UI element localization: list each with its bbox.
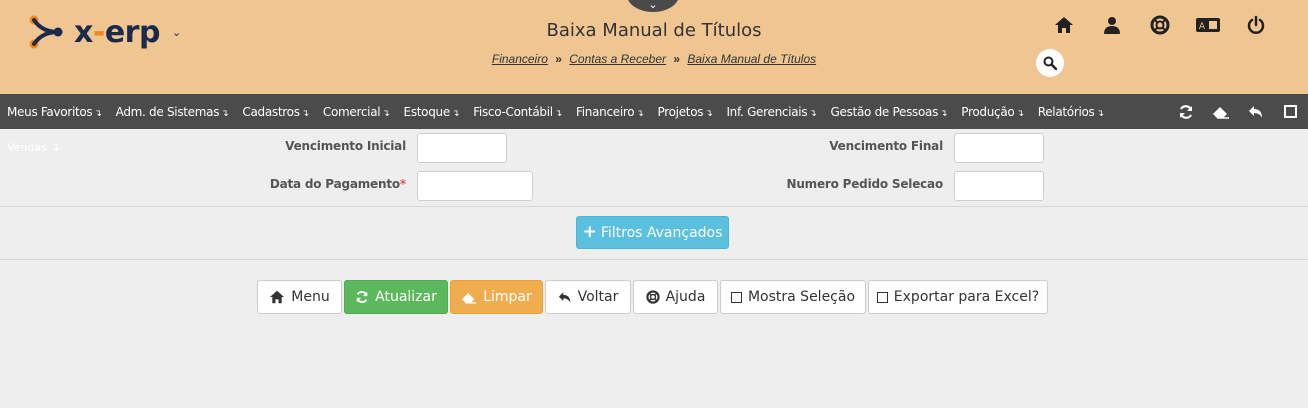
- nav-item-label: Relatórios: [1037, 104, 1095, 119]
- nav-item-label: Comercial: [322, 104, 381, 119]
- nav-item-adm-de-sistemas[interactable]: Adm. de Sistemas ↴: [109, 105, 236, 119]
- limpar-button[interactable]: Limpar: [450, 280, 543, 314]
- breadcrumb: Financeiro » Contas a Receber » Baixa Ma…: [0, 52, 1308, 66]
- nav-item-label: Adm. de Sistemas: [115, 104, 220, 119]
- search-button[interactable]: [1036, 49, 1064, 77]
- nav-item-label: Inf. Gerenciais: [726, 104, 808, 119]
- nav-item-projetos[interactable]: Projetos ↴: [651, 105, 720, 119]
- caret-icon: ↴: [382, 108, 390, 119]
- eraser-icon: [462, 292, 477, 303]
- breadcrumb-financeiro[interactable]: Financeiro: [492, 52, 548, 66]
- caret-icon: ↴: [705, 108, 713, 119]
- nav-item-vendas[interactable]: Vendas ↴: [7, 141, 60, 154]
- checkbox-icon: [730, 291, 742, 303]
- caret-icon: ↴: [301, 108, 310, 119]
- nav-item-label: Cadastros: [242, 104, 300, 119]
- search-icon: [1043, 56, 1057, 70]
- menu-button[interactable]: Menu: [257, 280, 342, 314]
- undo-icon: [558, 291, 570, 303]
- nav-item-fisco-contabil[interactable]: Fisco-Contábil ↴: [466, 105, 569, 119]
- atualizar-button-label: Atualizar: [375, 289, 437, 305]
- nav-item-relatorios[interactable]: Relatórios ↴: [1031, 105, 1111, 119]
- collapse-header-button[interactable]: ⌄: [627, 0, 679, 12]
- home-icon: [270, 290, 285, 304]
- nav-item-label: Fisco-Contábil: [473, 104, 553, 119]
- data-pagamento-label: Data do Pagamento*: [269, 177, 406, 191]
- translate-icon[interactable]: A: [1184, 13, 1232, 37]
- caret-icon: ↴: [94, 108, 102, 119]
- plus-icon: +: [582, 222, 597, 242]
- caret-icon: ↴: [451, 108, 460, 119]
- voltar-button[interactable]: Voltar: [545, 280, 631, 314]
- advanced-filters-label: Filtros Avançados: [600, 224, 723, 241]
- caret-icon: ↴: [1016, 108, 1024, 119]
- exportar-excel-label: Exportar para Excel?: [893, 289, 1040, 305]
- mostra-selecao-label: Mostra Seleção: [747, 289, 856, 305]
- caret-icon: ↴: [809, 108, 817, 119]
- nav-item-financeiro[interactable]: Financeiro ↴: [569, 105, 651, 119]
- lifebuoy-icon: [645, 290, 660, 304]
- nav-item-estoque[interactable]: Estoque ↴: [397, 105, 467, 119]
- caret-icon: ↴: [940, 108, 948, 119]
- atualizar-button[interactable]: Atualizar: [344, 280, 448, 314]
- nav-item-label: Gestão de Pessoas: [830, 104, 939, 119]
- nav-item-meus-favoritos[interactable]: Meus Favoritos ↴: [0, 105, 109, 119]
- required-marker: *: [399, 177, 406, 191]
- vencimento-inicial-label: Vencimento Inicial: [285, 139, 406, 153]
- undo-icon[interactable]: [1238, 94, 1273, 129]
- nav-actions: [1168, 94, 1308, 129]
- ajuda-button[interactable]: Ajuda: [633, 280, 718, 314]
- ajuda-button-label: Ajuda: [665, 289, 706, 305]
- refresh-icon: [356, 290, 368, 304]
- checkbox-icon: [876, 291, 888, 303]
- nav-item-inf-gerenciais[interactable]: Inf. Gerenciais ↴: [719, 105, 823, 119]
- breadcrumb-separator: »: [673, 52, 681, 66]
- nav-item-label: Produção: [961, 104, 1015, 119]
- caret-icon: ↴: [221, 108, 229, 119]
- breadcrumb-separator: »: [555, 52, 562, 66]
- action-buttons: Menu Atualizar Limpar Voltar Ajuda Mostr…: [0, 280, 1308, 314]
- lifebuoy-icon[interactable]: [1136, 13, 1184, 37]
- home-icon[interactable]: [1040, 13, 1088, 37]
- nav-item-comercial[interactable]: Comercial ↴: [316, 105, 397, 119]
- nav-menu: Meus Favoritos ↴ Adm. de Sistemas ↴ Cadastro…: [0, 94, 1111, 129]
- refresh-icon[interactable]: [1168, 94, 1203, 129]
- mostra-selecao-button[interactable]: Mostra Seleção: [720, 280, 866, 314]
- power-icon[interactable]: [1232, 13, 1280, 37]
- nav-item-producao[interactable]: Produção ↴: [954, 105, 1030, 119]
- vencimento-inicial-field[interactable]: [417, 133, 507, 163]
- square-icon[interactable]: [1273, 94, 1308, 129]
- svg-text:A: A: [1199, 22, 1206, 32]
- numero-pedido-field[interactable]: [954, 171, 1044, 201]
- nav-item-cadastros[interactable]: Cadastros ↴: [235, 105, 315, 119]
- nav-item-gestao-de-pessoas[interactable]: Gestão de Pessoas ↴: [824, 105, 955, 119]
- caret-icon: ↴: [636, 108, 644, 119]
- header: ⌄ x-erp ⌄ Baixa Manual de Títulos Financ…: [0, 0, 1308, 94]
- chevron-down-icon: ⌄: [648, 0, 658, 11]
- breadcrumb-contas-a-receber[interactable]: Contas a Receber: [569, 52, 666, 66]
- nav-item-label: Estoque: [403, 104, 451, 119]
- advanced-filters-button[interactable]: + Filtros Avançados: [576, 216, 729, 249]
- divider: [0, 206, 1308, 207]
- user-icon[interactable]: [1088, 13, 1136, 37]
- data-pagamento-field[interactable]: [417, 171, 533, 201]
- caret-icon: ↴: [1096, 108, 1104, 119]
- nav-item-label: Projetos: [657, 104, 704, 119]
- exportar-excel-button[interactable]: Exportar para Excel?: [868, 280, 1048, 314]
- divider: [0, 259, 1308, 260]
- nav-item-label: Meus Favoritos: [7, 104, 93, 119]
- main-navbar: Meus Favoritos ↴ Adm. de Sistemas ↴ Cadastro…: [0, 94, 1308, 129]
- limpar-button-label: Limpar: [483, 289, 532, 305]
- numero-pedido-label: Numero Pedido Selecao: [786, 177, 943, 191]
- menu-button-label: Menu: [291, 289, 330, 305]
- caret-icon: ↴: [554, 108, 563, 119]
- nav-item-label: Financeiro: [576, 104, 635, 119]
- voltar-button-label: Voltar: [577, 289, 619, 305]
- breadcrumb-baixa-manual[interactable]: Baixa Manual de Títulos: [687, 52, 816, 66]
- vencimento-final-label: Vencimento Final: [829, 139, 943, 153]
- header-actions: A: [1040, 13, 1280, 37]
- vencimento-final-field[interactable]: [954, 133, 1044, 163]
- eraser-icon[interactable]: [1203, 94, 1238, 129]
